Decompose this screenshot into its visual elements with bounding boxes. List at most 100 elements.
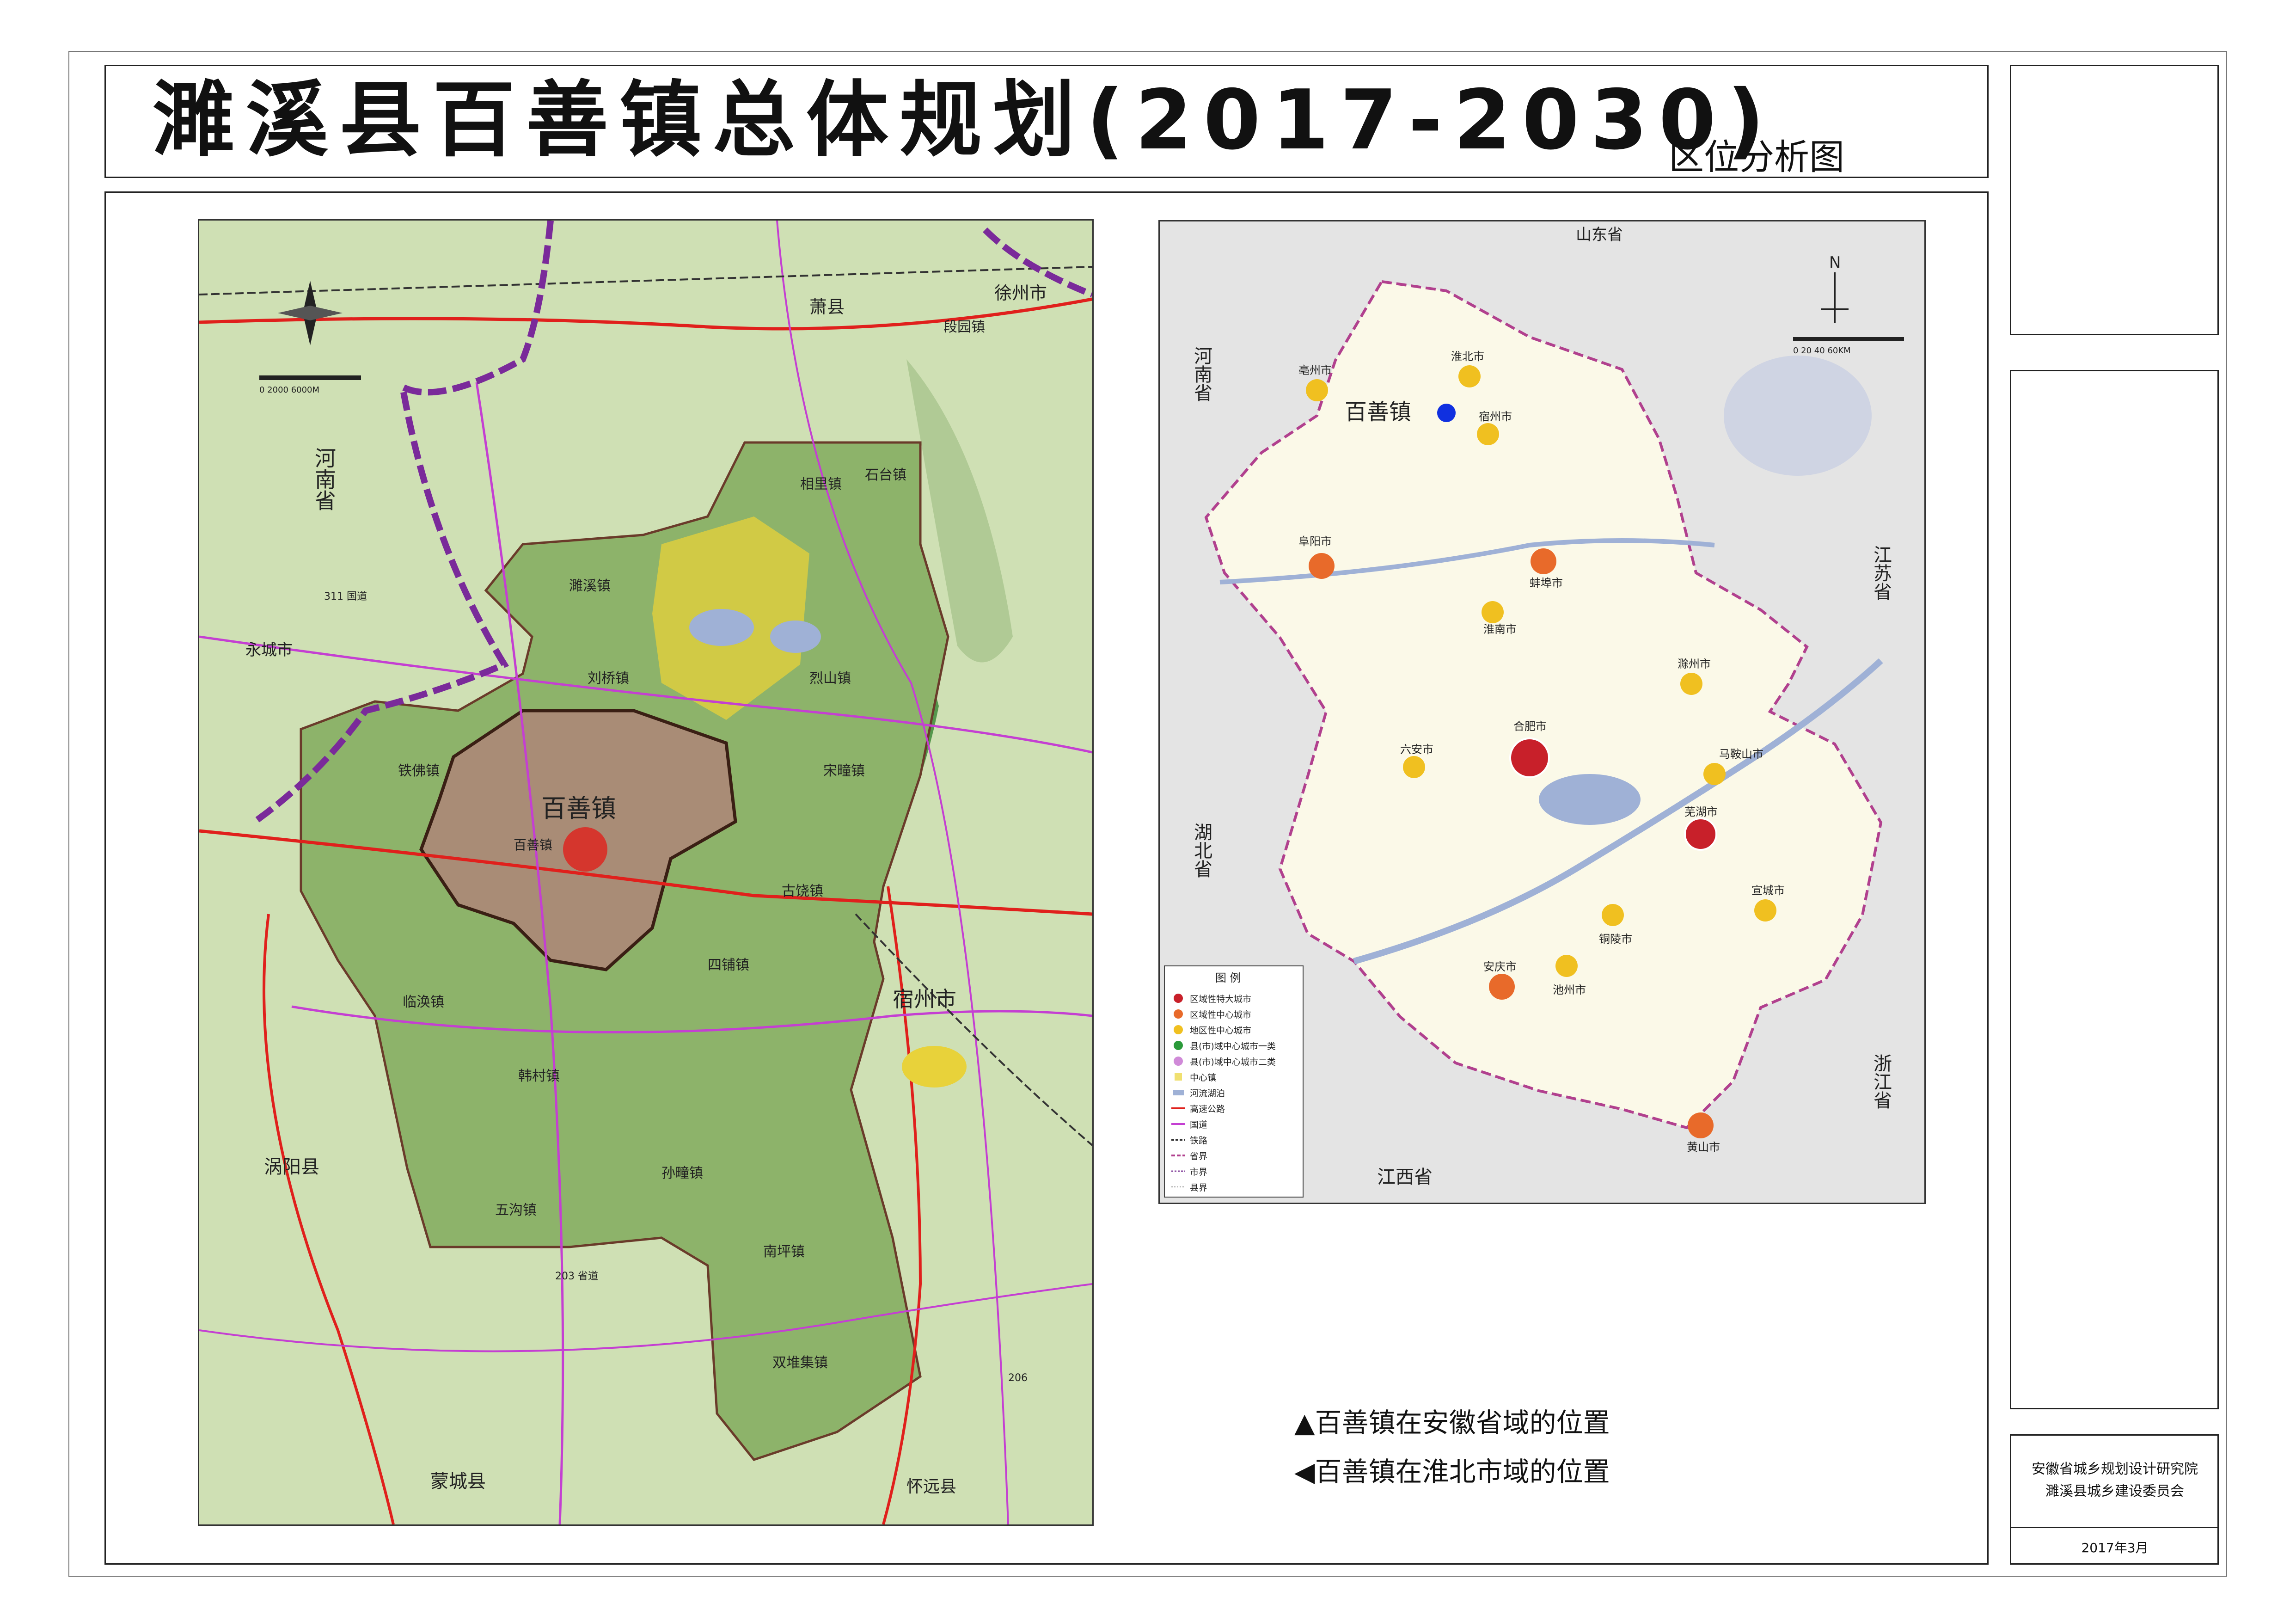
city-label: 宿州市: [1479, 410, 1512, 423]
legend-item: 县(市)域中心城市二类: [1190, 1057, 1276, 1067]
city-label: 铜陵市: [1599, 933, 1632, 946]
town-label: 双堆集镇: [772, 1355, 828, 1371]
city-label: 六安市: [1400, 743, 1433, 756]
huaibei-location-map: 0 2000 6000M 河南省 永城市 涡阳县 蒙城县 怀远县 宿州市 萧县 …: [198, 219, 1094, 1526]
caption-province-position: ▲百善镇在安徽省域的位置: [1294, 1407, 1610, 1438]
city-marker-bozhou: [1306, 379, 1328, 401]
legend-title: 图 例: [1215, 971, 1241, 984]
label-jiangxi: 江西省: [1377, 1167, 1433, 1188]
town-label: 五沟镇: [495, 1202, 537, 1218]
city-marker-chizhou: [1555, 955, 1578, 977]
city-label: 宣城市: [1751, 884, 1785, 897]
legend-symbol: [1173, 1090, 1184, 1095]
city-marker-suzhou: [1477, 423, 1499, 445]
scale-bar-label: 0 2000 6000M: [259, 385, 319, 395]
page-title: 濉溪县百善镇总体规划(2017-2030): [153, 72, 1776, 168]
town-label: 石台镇: [865, 467, 906, 483]
city-label: 亳州市: [1298, 364, 1332, 377]
legend-item: 河流湖泊: [1190, 1088, 1225, 1099]
caption-city-position: ◀百善镇在淮北市域的位置: [1294, 1456, 1610, 1487]
baishan-location-marker: [1437, 404, 1456, 422]
road-label: 311 国道: [324, 591, 367, 602]
city-label: 淮南市: [1483, 623, 1517, 636]
city-label: 淮北市: [1451, 350, 1484, 363]
city-marker-maanshan: [1703, 763, 1726, 785]
legend-item: 中心镇: [1190, 1073, 1216, 1083]
scale-bar: [259, 375, 361, 380]
city-label: 马鞍山市: [1719, 748, 1763, 761]
city-label: 黄山市: [1687, 1141, 1720, 1154]
label-shandong: 山东省: [1576, 226, 1623, 244]
town-label: 烈山镇: [809, 670, 851, 687]
city-marker-chuzhou: [1680, 673, 1702, 695]
suzhou-urban-area: [902, 1046, 967, 1087]
city-label: 阜阳市: [1298, 535, 1332, 548]
legend-item: 省界: [1190, 1151, 1207, 1161]
legend-item: 铁路: [1190, 1136, 1207, 1146]
city-marker-xuancheng: [1754, 899, 1776, 922]
label-suzhou: 宿州市: [893, 987, 956, 1012]
label-zhejiang: 浙江省: [1870, 1054, 1892, 1109]
compass-label: N: [1829, 253, 1841, 272]
town-label: 临涣镇: [403, 994, 444, 1010]
legend-item: 县界: [1190, 1183, 1207, 1193]
town-label: 相里镇: [800, 476, 842, 492]
city-marker-anqing: [1489, 974, 1515, 1000]
road-label: 206: [1008, 1372, 1028, 1384]
city-marker-wuhu: [1684, 817, 1717, 851]
label-xuzhou: 徐州市: [994, 283, 1047, 303]
plan-date: 2017年3月: [2081, 1540, 2149, 1555]
town-label: 南坪镇: [763, 1244, 805, 1260]
chaohu-lake: [1539, 774, 1641, 825]
city-marker-huaibei: [1458, 365, 1481, 387]
city-marker-bengbu: [1531, 548, 1556, 574]
town-label: 百善镇: [514, 837, 552, 853]
label-henan: 河南省: [312, 447, 337, 511]
label-henan-province: 河南省: [1191, 346, 1212, 402]
org-name-1: 安徽省城乡规划设计研究院: [2032, 1461, 2198, 1477]
city-marker-luan: [1403, 756, 1425, 778]
town-label: 濉溪镇: [569, 578, 611, 594]
anhui-location-map: 山东省 河南省 湖北省 江西省 江苏省 浙江省 百善镇 合肥市 芜湖市 蚌埠市 …: [1158, 220, 1926, 1204]
city-marker-huainan: [1482, 601, 1504, 623]
label-huaiyuan: 怀远县: [906, 1477, 956, 1496]
side-divider: [2010, 1527, 2219, 1528]
legend-symbol: [1174, 1025, 1183, 1034]
page-subtitle: 区位分析图: [1669, 136, 1844, 178]
label-yongcheng: 永城市: [245, 641, 293, 659]
road-label: 203 省道: [555, 1271, 598, 1282]
legend-item: 国道: [1190, 1120, 1207, 1130]
label-mengcheng: 蒙城县: [430, 1471, 486, 1492]
town-label: 段园镇: [943, 319, 985, 335]
label-guoyang: 涡阳县: [264, 1156, 319, 1178]
scale-bar-label: 0 20 40 60KM: [1793, 346, 1851, 356]
legend-item: 区域性特大城市: [1190, 994, 1251, 1004]
legend-symbol: [1174, 1057, 1183, 1066]
town-label: 古饶镇: [782, 883, 823, 899]
city-label: 安庆市: [1483, 960, 1517, 973]
city-marker-tongling: [1602, 904, 1624, 926]
legend-item: 市界: [1190, 1167, 1207, 1177]
city-label: 合肥市: [1513, 720, 1547, 733]
legend-symbol: [1174, 1041, 1183, 1050]
town-label: 铁佛镇: [398, 763, 440, 779]
baishan-marker: [563, 827, 607, 872]
map-legend: 图 例 区域性特大城市 区域性中心城市 地区性中心城市 县(市)域中心城市一类 …: [1164, 965, 1304, 1198]
label-hubei: 湖北省: [1191, 823, 1212, 878]
legend-item: 高速公路: [1190, 1104, 1225, 1114]
label-baishan-highlight: 百善镇: [541, 794, 616, 823]
legend-symbol: [1174, 1009, 1183, 1019]
city-label: 滁州市: [1678, 657, 1711, 670]
legend-symbol: [1174, 994, 1183, 1003]
legend-item: 地区性中心城市: [1190, 1026, 1251, 1036]
side-panel-top: [2010, 65, 2219, 335]
lake: [770, 621, 821, 653]
lake: [689, 609, 754, 646]
legend-item: 县(市)域中心城市一类: [1190, 1041, 1276, 1051]
town-label: 四铺镇: [708, 957, 749, 973]
legend-item: 区域性中心城市: [1190, 1010, 1251, 1020]
org-name-2: 濉溪县城乡建设委员会: [2045, 1483, 2184, 1499]
town-label: 孙疃镇: [661, 1165, 703, 1181]
scale-bar: [1793, 337, 1904, 341]
city-marker-fuyang: [1309, 553, 1335, 579]
